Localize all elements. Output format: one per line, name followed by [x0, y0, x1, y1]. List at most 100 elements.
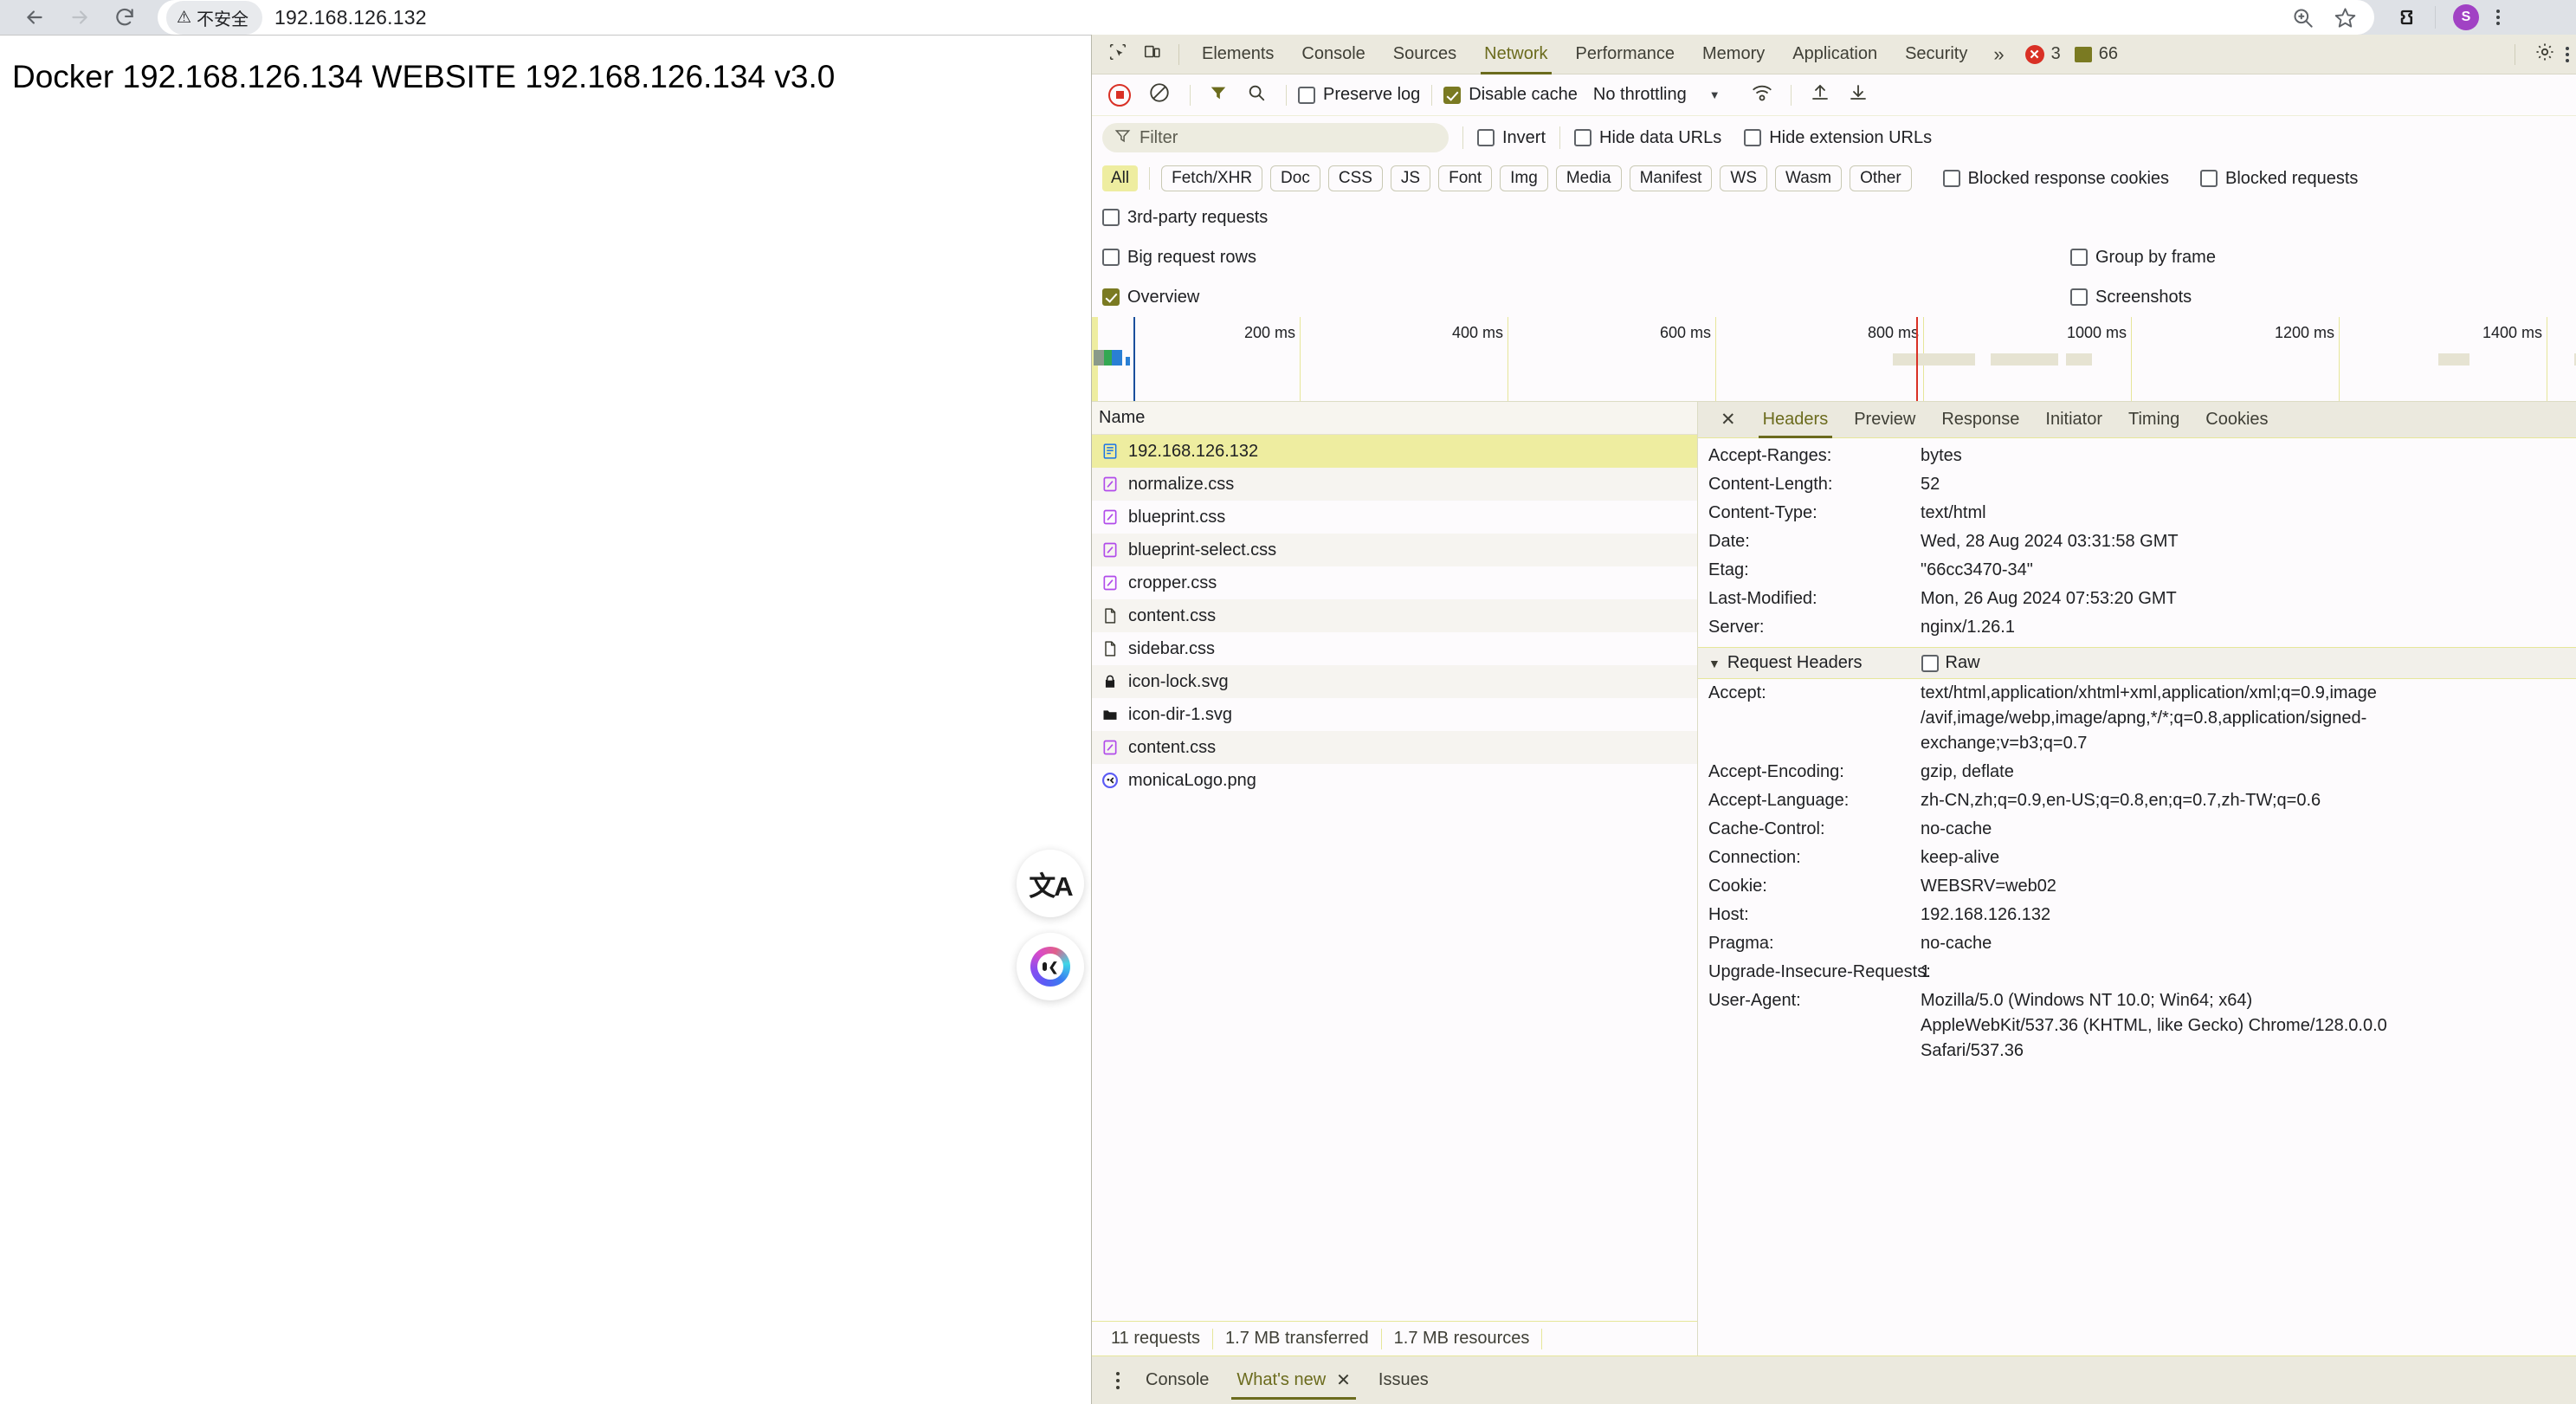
hide-data-urls-checkbox[interactable]: Hide data URLs — [1574, 128, 1721, 148]
reload-button[interactable] — [102, 0, 147, 35]
header-value: "66cc3470-34" — [1921, 558, 2033, 583]
generic-file-icon — [1101, 606, 1120, 625]
type-filter-manifest[interactable]: Manifest — [1630, 165, 1713, 191]
clear-network-log-button[interactable] — [1148, 81, 1171, 109]
big-request-rows-checkbox[interactable]: Big request rows — [1102, 248, 1256, 268]
toggle-filter-button[interactable] — [1209, 83, 1228, 107]
address-bar[interactable]: ⚠ 不安全 192.168.126.132 — [158, 0, 2374, 35]
drawer-tab-console[interactable]: Console — [1132, 1356, 1223, 1404]
monica-ai-button[interactable]: ❮ — [1017, 933, 1084, 1000]
import-har-button[interactable] — [1803, 78, 1837, 113]
checkbox-box — [1102, 249, 1120, 266]
tab-response[interactable]: Response — [1928, 402, 2032, 438]
search-button[interactable] — [1247, 83, 1266, 107]
tabbar-divider — [1178, 44, 1179, 65]
type-filter-fetch-xhr[interactable]: Fetch/XHR — [1161, 165, 1262, 191]
settings-button[interactable] — [2528, 37, 2562, 72]
type-filter-ws[interactable]: WS — [1720, 165, 1767, 191]
tab-network[interactable]: Network — [1470, 35, 1561, 74]
request-headers-section-header[interactable]: ▼ Request Headers Raw — [1698, 647, 2576, 679]
blocked-requests-checkbox[interactable]: Blocked requests — [2200, 169, 2358, 189]
tab-elements[interactable]: Elements — [1188, 35, 1288, 74]
tab-headers[interactable]: Headers — [1750, 402, 1842, 438]
overview-checkbox[interactable]: Overview — [1102, 288, 1199, 307]
devtools-menu-button[interactable] — [2566, 47, 2569, 62]
group-by-frame-checkbox[interactable]: Group by frame — [2070, 248, 2216, 268]
table-row[interactable]: content.css — [1092, 599, 1697, 632]
forward-button[interactable] — [57, 0, 102, 35]
search-input[interactable] — [1140, 128, 1436, 148]
close-icon[interactable]: ✕ — [1336, 1369, 1351, 1391]
type-filter-font[interactable]: Font — [1438, 165, 1492, 191]
checkbox-box — [1477, 129, 1495, 146]
chrome-menu-button[interactable] — [2496, 10, 2500, 25]
type-filter-wasm[interactable]: Wasm — [1775, 165, 1842, 191]
blocked-response-cookies-checkbox[interactable]: Blocked response cookies — [1943, 169, 2169, 189]
type-filter-all[interactable]: All — [1102, 165, 1138, 191]
close-details-button[interactable]: ✕ — [1707, 409, 1750, 430]
table-row[interactable]: content.css — [1092, 731, 1697, 764]
device-toolbar-button[interactable] — [1135, 37, 1170, 72]
translate-button[interactable]: 文A — [1017, 850, 1084, 917]
drawer-menu-button[interactable] — [1104, 1372, 1132, 1389]
back-button[interactable] — [12, 0, 57, 35]
table-row[interactable]: icon-lock.svg — [1092, 665, 1697, 698]
warning-triangle-icon: ⚠ — [177, 10, 191, 26]
more-tabs-button[interactable]: » — [1981, 43, 2016, 66]
site-security-badge[interactable]: ⚠ 不安全 — [166, 1, 262, 35]
puzzle-icon[interactable] — [2393, 5, 2418, 29]
type-filter-css[interactable]: CSS — [1328, 165, 1383, 191]
column-header-name[interactable]: Name — [1092, 402, 1697, 435]
tab-cookies[interactable]: Cookies — [2192, 402, 2281, 438]
zoom-in-icon[interactable] — [2291, 6, 2315, 29]
disable-cache-checkbox[interactable]: Disable cache — [1443, 85, 1578, 105]
table-row[interactable]: blueprint-select.css — [1092, 534, 1697, 566]
table-row[interactable]: monicaLogo.png — [1092, 764, 1697, 797]
table-row[interactable]: normalize.css — [1092, 468, 1697, 501]
tab-performance[interactable]: Performance — [1562, 35, 1689, 74]
tab-application[interactable]: Application — [1779, 35, 1891, 74]
tab-preview[interactable]: Preview — [1841, 402, 1928, 438]
hide-extension-urls-checkbox[interactable]: Hide extension URLs — [1744, 128, 1932, 148]
table-row[interactable]: 192.168.126.132 — [1092, 435, 1697, 468]
tab-sources[interactable]: Sources — [1379, 35, 1470, 74]
header-row: Accept: text/html,application/xhtml+xml,… — [1698, 679, 2576, 758]
table-row[interactable]: sidebar.css — [1092, 632, 1697, 665]
status-badges[interactable]: ✕ 3 66 — [2025, 44, 2125, 64]
tick-1000ms: 1000 ms — [2067, 324, 2127, 342]
third-party-requests-checkbox[interactable]: 3rd-party requests — [1102, 208, 1268, 228]
filter-input-wrapper[interactable] — [1102, 123, 1449, 152]
tab-initiator[interactable]: Initiator — [2032, 402, 2115, 438]
type-filter-img[interactable]: Img — [1500, 165, 1548, 191]
avatar[interactable]: S — [2453, 4, 2479, 30]
type-filter-other[interactable]: Other — [1850, 165, 1912, 191]
tab-console[interactable]: Console — [1288, 35, 1378, 74]
table-row[interactable]: cropper.css — [1092, 566, 1697, 599]
request-rows: 192.168.126.132 normalize.css blueprint.… — [1092, 435, 1697, 1321]
chevron-down-icon[interactable]: ▼ — [1709, 88, 1721, 101]
star-icon[interactable] — [2334, 6, 2357, 29]
filter-divider-a — [1462, 126, 1463, 149]
drawer-tab-issues[interactable]: Issues — [1365, 1356, 1443, 1404]
preserve-log-checkbox[interactable]: Preserve log — [1298, 85, 1420, 105]
message-badge-icon — [2075, 47, 2092, 62]
invert-checkbox[interactable]: Invert — [1477, 128, 1546, 148]
export-har-button[interactable] — [1841, 78, 1876, 113]
throttling-select[interactable]: No throttling — [1593, 85, 1687, 105]
network-conditions-button[interactable] — [1745, 78, 1779, 113]
table-row[interactable]: blueprint.css — [1092, 501, 1697, 534]
type-filter-doc[interactable]: Doc — [1270, 165, 1320, 191]
table-row[interactable]: icon-dir-1.svg — [1092, 698, 1697, 731]
drawer-tab-whats-new[interactable]: What's new ✕ — [1223, 1356, 1365, 1404]
raw-checkbox[interactable]: Raw — [1921, 653, 1980, 673]
tab-timing[interactable]: Timing — [2115, 402, 2192, 438]
device-toolbar-icon — [1143, 42, 1162, 67]
type-filter-js[interactable]: JS — [1391, 165, 1430, 191]
inspect-element-button[interactable] — [1101, 37, 1135, 72]
record-stop-button[interactable] — [1108, 84, 1131, 107]
network-overview-timeline[interactable]: 200 ms 400 ms 600 ms 800 ms 1000 ms 1200… — [1092, 317, 2576, 402]
tab-security[interactable]: Security — [1891, 35, 1981, 74]
screenshots-checkbox[interactable]: Screenshots — [2070, 288, 2192, 307]
tab-memory[interactable]: Memory — [1688, 35, 1779, 74]
type-filter-media[interactable]: Media — [1556, 165, 1622, 191]
